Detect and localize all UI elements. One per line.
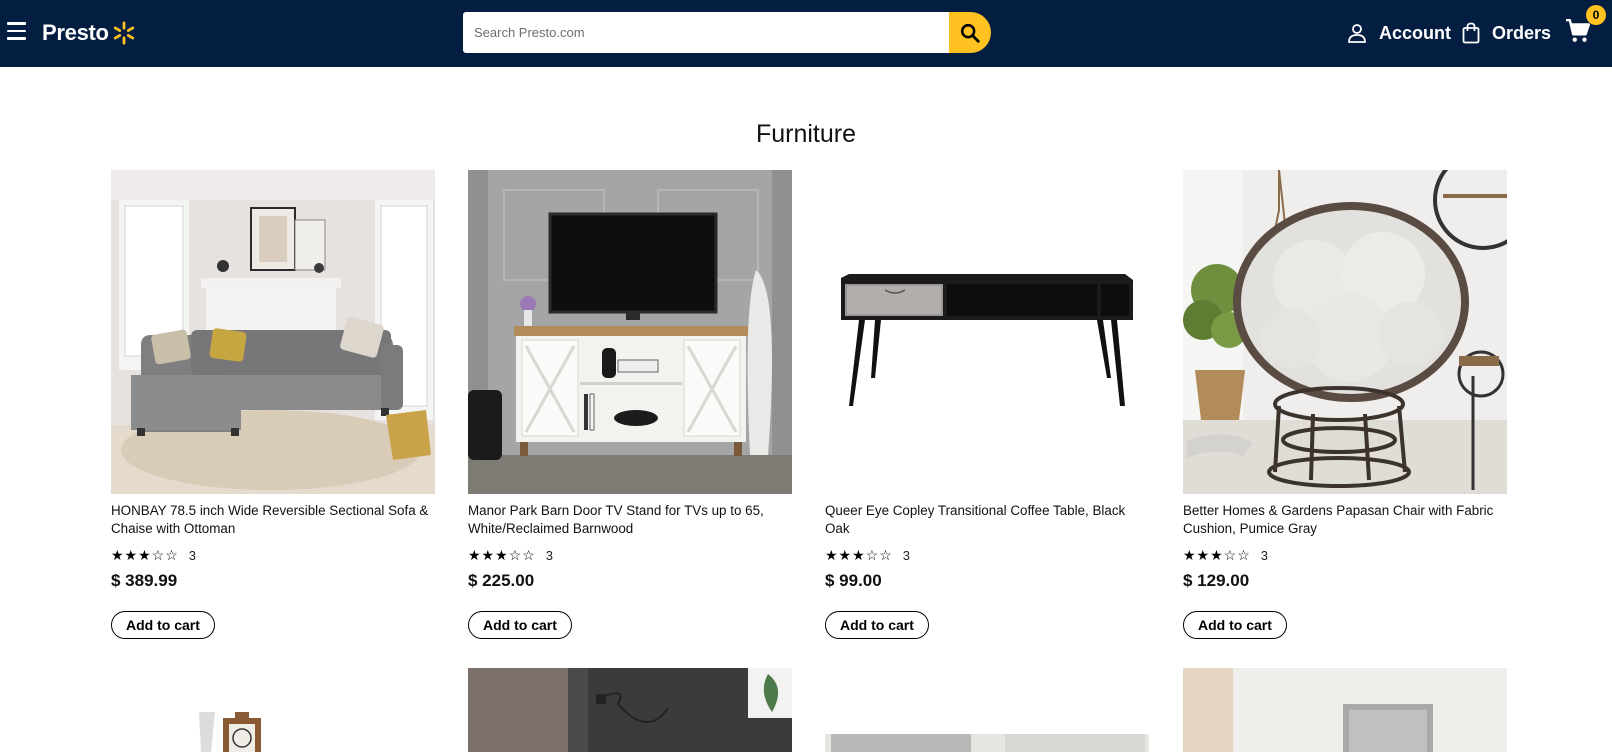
orders-label: Orders [1492,22,1552,43]
add-to-cart-button[interactable]: Add to cart [1183,611,1287,639]
product-rating: ★★★☆☆ 3 [825,547,1149,563]
product-card: Better Homes & Gardens Papasan Chair wit… [1183,170,1507,639]
product-image[interactable] [825,170,1149,494]
product-card: HONBAY 78.5 inch Wide Reversible Section… [111,170,435,639]
menu-icon[interactable] [6,22,28,44]
product-price: $ 389.99 [111,571,178,590]
cart-count-badge: 0 [1586,5,1606,25]
search-button[interactable] [949,12,991,53]
rating-count: 3 [902,547,910,563]
product-image[interactable] [825,668,1149,752]
search-input[interactable] [463,12,953,53]
rating-count: 3 [1260,547,1268,563]
page-title: Furniture [755,120,857,148]
account-icon [1348,24,1366,43]
product-image[interactable] [468,668,792,752]
logo[interactable]: Presto [42,18,136,48]
product-rating: ★★★☆☆ 3 [111,547,435,563]
logo-text: Presto [42,20,109,45]
add-to-cart-button[interactable]: Add to cart [825,611,929,639]
rating-count: 3 [188,547,196,563]
account-label: Account [1379,22,1451,43]
orders-link[interactable]: Orders [1462,18,1551,48]
orders-bag-icon [1462,22,1480,44]
search-icon [960,23,980,43]
product-title[interactable]: Manor Park Barn Door TV Stand for TVs up… [468,502,792,540]
star-rating-icon: ★★★☆☆ [468,546,536,563]
product-card: Manor Park Barn Door TV Stand for TVs up… [468,170,792,639]
star-rating-icon: ★★★☆☆ [1183,546,1251,563]
product-image[interactable] [111,668,435,752]
product-image[interactable] [1183,668,1507,752]
product-image[interactable] [1183,170,1507,494]
product-card: Queer Eye Copley Transitional Coffee Tab… [825,170,1149,639]
product-price: $ 129.00 [1183,571,1250,590]
product-title[interactable]: Better Homes & Gardens Papasan Chair wit… [1183,502,1507,540]
product-title[interactable]: Queer Eye Copley Transitional Coffee Tab… [825,502,1149,540]
add-to-cart-button[interactable]: Add to cart [111,611,215,639]
product-price: $ 99.00 [825,571,882,590]
star-rating-icon: ★★★☆☆ [111,546,179,563]
product-rating: ★★★☆☆ 3 [468,547,792,563]
search-bar [463,12,991,53]
spark-logo-icon [113,21,134,45]
product-title[interactable]: HONBAY 78.5 inch Wide Reversible Section… [111,502,435,540]
cart-icon [1566,18,1591,42]
product-image[interactable] [468,170,792,494]
product-image[interactable] [111,170,435,494]
add-to-cart-button[interactable]: Add to cart [468,611,572,639]
account-link[interactable]: Account [1347,18,1451,48]
star-rating-icon: ★★★☆☆ [825,546,893,563]
product-rating: ★★★☆☆ 3 [1183,547,1507,563]
product-price: $ 225.00 [468,571,535,590]
top-nav-bar: Presto Account [0,0,1612,67]
rating-count: 3 [545,547,553,563]
